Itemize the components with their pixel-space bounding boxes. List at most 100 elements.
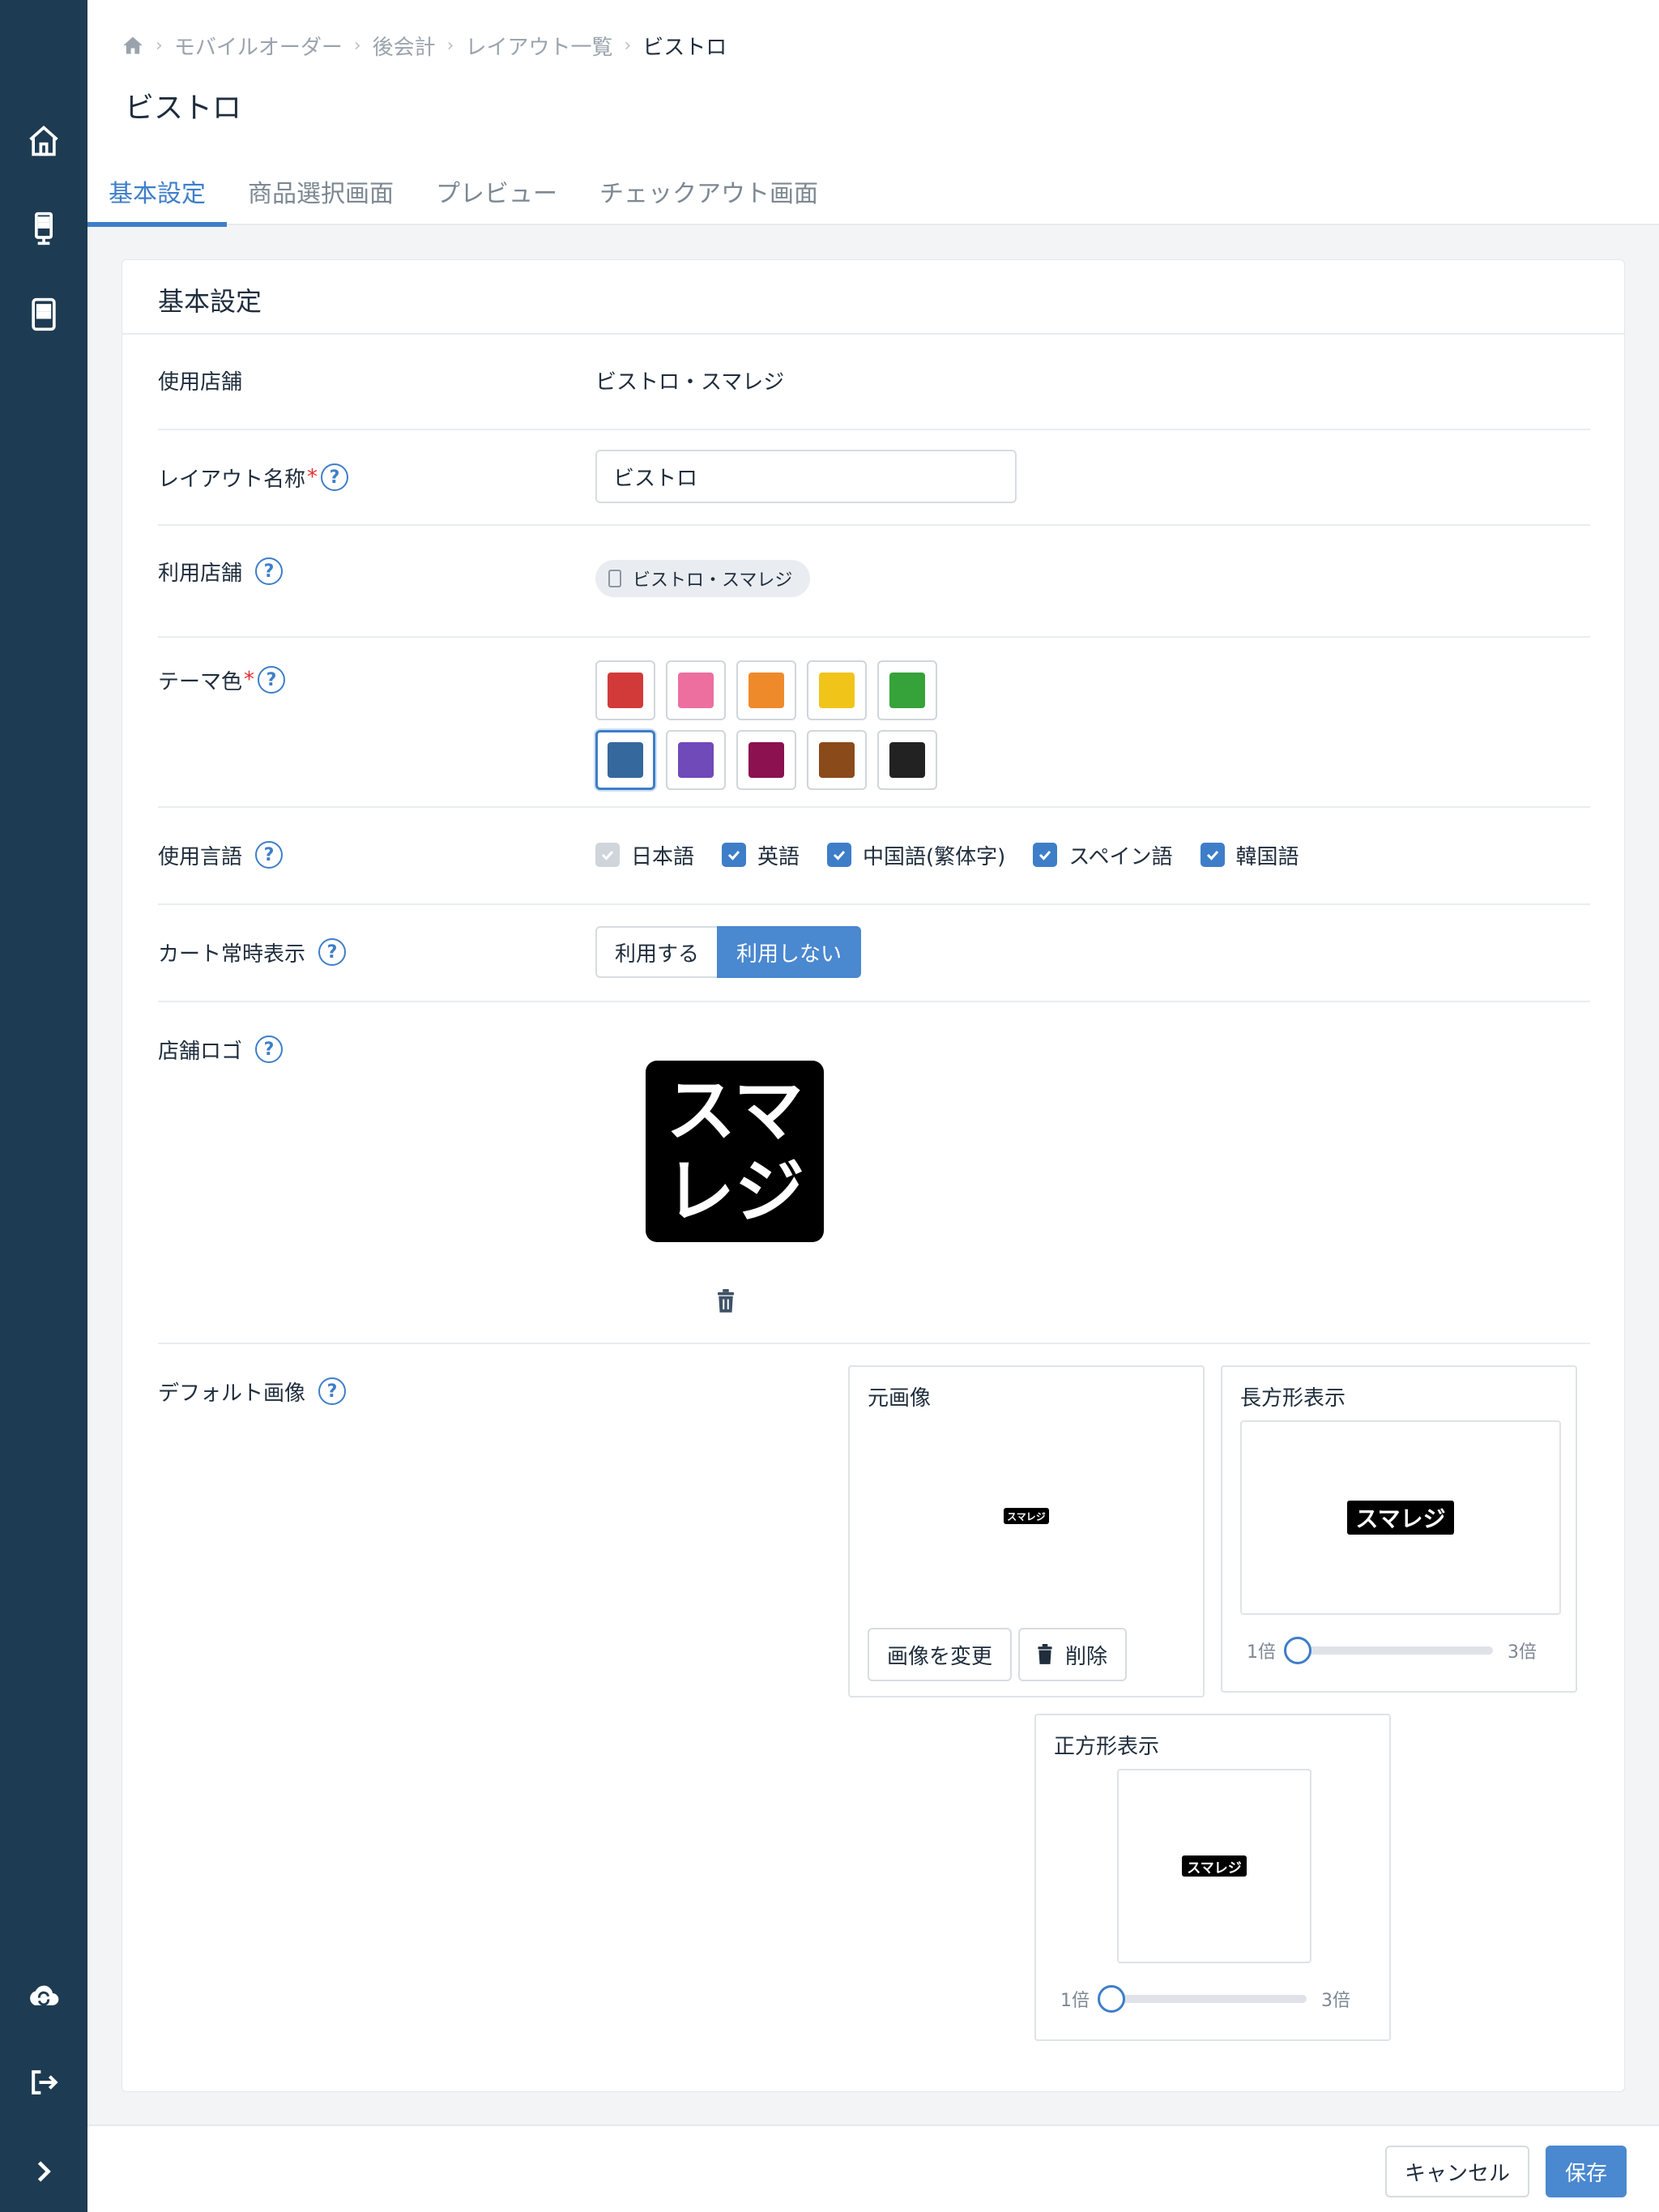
page-header: › モバイルオーダー › 後会計 › レイアウト一覧 › ビストロ ビストロ 基…	[87, 0, 1659, 227]
square-zoom-knob[interactable]	[1098, 1985, 1125, 2013]
theme-swatch[interactable]	[736, 730, 796, 790]
rect-zoom-track[interactable]	[1284, 1637, 1493, 1664]
breadcrumb: › モバイルオーダー › 後会計 › レイアウト一覧 › ビストロ	[122, 29, 727, 62]
expand-icon[interactable]	[24, 2152, 63, 2191]
layout-name-input[interactable]	[595, 450, 1017, 503]
square-zoom-min: 1倍	[1060, 1991, 1090, 2011]
tab-bar: 基本設定 商品選択画面 プレビュー チェックアウト画面	[87, 159, 839, 227]
tablet-icon[interactable]	[24, 295, 63, 334]
trash-icon[interactable]	[715, 1289, 736, 1317]
theme-swatch[interactable]	[736, 660, 796, 720]
theme-swatch[interactable]	[807, 730, 867, 790]
rect-zoom-slider: 1倍 3倍	[1247, 1637, 1537, 1664]
language-option: 日本語	[595, 840, 694, 870]
language-option[interactable]: 韓国語	[1200, 840, 1299, 870]
row-theme-color: テーマ色 *?	[158, 638, 1590, 808]
delete-image-button[interactable]: 削除	[1018, 1628, 1128, 1681]
rect-zoom-knob[interactable]	[1284, 1637, 1311, 1664]
store-chip-label: ビストロ・スマレジ	[633, 570, 793, 591]
swatch-color	[678, 673, 714, 708]
cart-display-on-button[interactable]: 利用する	[595, 926, 718, 978]
checkbox-checked-icon[interactable]	[722, 843, 747, 867]
theme-swatch[interactable]	[595, 660, 655, 720]
help-icon[interactable]: ?	[255, 841, 284, 869]
help-icon[interactable]: ?	[318, 1377, 347, 1405]
store-chip[interactable]: ビストロ・スマレジ	[595, 560, 811, 597]
theme-color-label: テーマ色 *?	[158, 664, 286, 696]
rect-preview-box: スマレジ	[1240, 1420, 1561, 1615]
home-breadcrumb-icon[interactable]	[122, 35, 144, 56]
language-label: スペイン語	[1068, 844, 1173, 869]
swatch-color	[819, 742, 855, 778]
help-icon[interactable]: ?	[255, 557, 284, 585]
cloud-sync-icon[interactable]	[24, 1975, 63, 2014]
logo-line-2: レジ	[665, 1151, 804, 1232]
store-logo-image: スマ レジ	[646, 1061, 824, 1242]
tab-preview[interactable]: プレビュー	[415, 159, 578, 225]
help-icon[interactable]: ?	[318, 938, 347, 966]
theme-swatches	[595, 660, 937, 790]
help-icon[interactable]: ?	[321, 463, 349, 491]
row-store: 使用店舗 ビストロ・スマレジ	[158, 335, 1590, 430]
home-icon[interactable]	[24, 122, 63, 160]
tab-basic-settings[interactable]: 基本設定	[87, 159, 227, 227]
logo-text: スマ レジ	[665, 1070, 804, 1232]
row-available-stores: 利用店舗? ビストロ・スマレジ	[158, 526, 1590, 638]
cart-display-label-text: カート常時表示	[158, 942, 306, 967]
breadcrumb-current: ビストロ	[642, 35, 727, 60]
theme-swatch[interactable]	[877, 660, 937, 720]
help-icon[interactable]: ?	[258, 666, 286, 694]
tab-product-select[interactable]: 商品選択画面	[227, 159, 415, 225]
kiosk-icon[interactable]	[24, 209, 63, 248]
cart-display-off-button[interactable]: 利用しない	[717, 926, 862, 978]
cart-display-toggle: 利用する 利用しない	[595, 926, 862, 978]
row-store-logo: 店舗ロゴ? スマ レジ	[158, 1002, 1590, 1344]
row-default-image: デフォルト画像? 元画像 スマレジ 画像を変更 削除 長方形表示 スマレジ 1倍…	[158, 1344, 1590, 2090]
chevron-right-icon: ›	[353, 35, 361, 56]
tab-checkout[interactable]: チェックアウト画面	[578, 159, 839, 225]
available-stores-wrap: ビストロ・スマレジ	[595, 560, 811, 597]
checkbox-checked-icon[interactable]	[1033, 843, 1058, 867]
store-label-text: 使用店舗	[158, 369, 243, 395]
card-title: 基本設定	[122, 260, 1624, 335]
help-icon[interactable]: ?	[255, 1036, 284, 1063]
swatch-color	[608, 742, 643, 778]
square-zoom-track[interactable]	[1098, 1985, 1307, 2013]
language-option[interactable]: 中国語(繁体字)	[827, 840, 1005, 870]
rect-zoom-min: 1倍	[1247, 1642, 1276, 1663]
trash-icon	[1038, 1644, 1052, 1664]
swatch-color	[608, 673, 643, 708]
swatch-color	[889, 673, 925, 708]
language-label: 韓国語	[1235, 844, 1299, 869]
default-image-label-text: デフォルト画像	[158, 1381, 306, 1406]
swatch-color	[819, 673, 855, 708]
theme-color-label-text: テーマ色	[158, 669, 243, 694]
breadcrumb-item[interactable]: レイアウト一覧	[465, 31, 612, 61]
theme-swatch[interactable]	[595, 730, 655, 790]
language-option[interactable]: 英語	[722, 840, 800, 870]
store-logo-label-text: 店舗ロゴ	[158, 1039, 243, 1064]
theme-swatch[interactable]	[666, 660, 726, 720]
original-image-thumb: スマレジ	[1004, 1508, 1049, 1524]
layout-name-wrap	[595, 450, 1017, 503]
square-zoom-slider: 1倍 3倍	[1060, 1985, 1350, 2013]
theme-swatch[interactable]	[807, 660, 867, 720]
store-value: ビストロ・スマレジ	[595, 369, 785, 395]
breadcrumb-item[interactable]: 後会計	[373, 31, 436, 61]
change-image-button[interactable]: 画像を変更	[868, 1628, 1013, 1681]
checkbox-checked-icon[interactable]	[827, 843, 852, 867]
theme-swatch[interactable]	[877, 730, 937, 790]
store-label: 使用店舗	[158, 364, 242, 396]
save-button[interactable]: 保存	[1546, 2146, 1627, 2197]
store-logo-label: 店舗ロゴ?	[158, 1033, 284, 1065]
language-label: 日本語	[631, 844, 695, 869]
theme-swatch[interactable]	[666, 730, 726, 790]
language-option[interactable]: スペイン語	[1033, 840, 1173, 870]
breadcrumb-item[interactable]: モバイルオーダー	[174, 31, 343, 61]
cancel-button[interactable]: キャンセル	[1385, 2146, 1530, 2197]
logout-icon[interactable]	[24, 2063, 63, 2102]
settings-card: 基本設定 使用店舗 ビストロ・スマレジ レイアウト名称*? 利用店舗? ビストロ…	[122, 259, 1625, 2092]
checkbox-checked-icon[interactable]	[1200, 843, 1225, 867]
swatch-color	[889, 742, 925, 778]
required-mark: *	[307, 465, 318, 489]
